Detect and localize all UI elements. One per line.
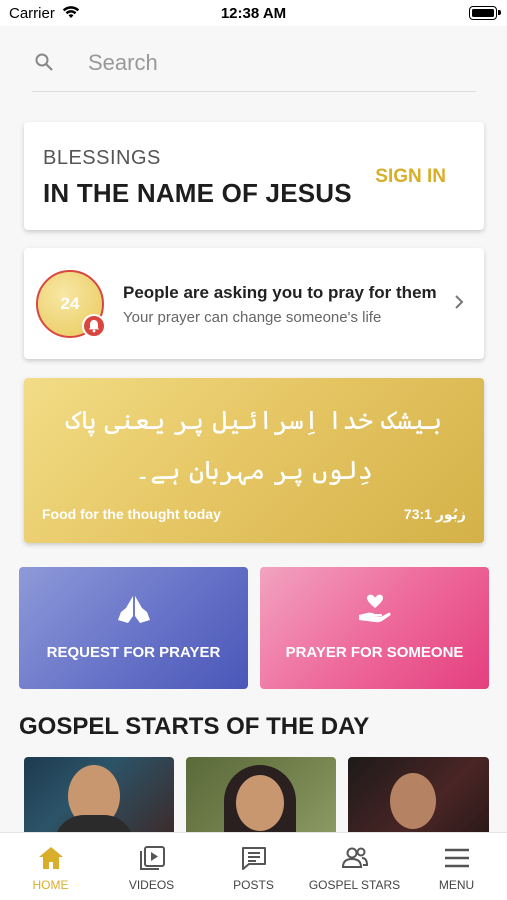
tab-home[interactable]: HOME [0,833,101,900]
blessings-heading: BLESSINGS [43,147,161,169]
chevron-right-icon [454,294,464,315]
bell-icon [82,314,106,338]
chat-bubble-icon [203,845,304,876]
person-photo [390,773,436,829]
search-icon [34,52,54,77]
gospel-star-thumbnail[interactable] [24,757,174,837]
request-for-prayer-button[interactable]: REQUEST FOR PRAYER [19,567,248,689]
prayer-for-someone-label: PRAYER FOR SOMEONE [285,644,464,661]
prayer-for-someone-button[interactable]: PRAYER FOR SOMEONE [260,567,489,689]
prayer-requests-title: People are asking you to pray for them [123,283,437,302]
tab-gospel-stars[interactable]: GOSPEL STARS [304,833,405,900]
tab-menu-label: MENU [438,878,475,892]
home-icon [0,845,101,876]
gospel-star-thumbnail[interactable] [348,757,489,837]
section-title: GOSPEL STARTS OF THE DAY [19,713,370,740]
heart-in-hand-icon [260,592,489,631]
search-input[interactable] [88,48,448,78]
video-library-icon [101,845,202,876]
verse-text: بیشک خدا اِسرائیل پر یعنی پاک دِلوں پر م… [65,406,443,486]
search-bar [32,38,476,92]
hamburger-menu-icon [406,845,507,876]
sign-in-button[interactable]: SIGN IN [375,166,446,188]
tab-posts[interactable]: POSTS [203,833,304,900]
verse-of-the-day-card[interactable]: بیشک خدا اِسرائیل پر یعنی پاک دِلوں پر م… [24,378,484,543]
tab-menu[interactable]: MENU [406,833,507,900]
verse-label: Food for the thought today [42,506,221,522]
verse-reference: زبُور 73:1 [403,506,466,522]
signin-card: BLESSINGS IN THE NAME OF JESUS SIGN IN [24,122,484,230]
battery-icon [469,6,501,20]
tab-gospel-stars-label: GOSPEL STARS [308,878,401,892]
request-count-badge: 24 [36,270,106,338]
prayer-requests-card[interactable]: 24 People are asking you to pray for the… [24,248,484,359]
prayer-requests-subtitle: Your prayer can change someone's life [123,309,382,326]
tab-videos[interactable]: VIDEOS [101,833,202,900]
request-for-prayer-label: REQUEST FOR PRAYER [46,644,221,661]
person-photo [236,775,284,831]
request-count: 24 [60,294,80,313]
jesus-subheading: IN THE NAME OF JESUS [43,178,352,208]
tab-posts-label: POSTS [233,878,274,892]
clock: 12:38 AM [220,5,287,22]
bottom-tab-bar: HOME VIDEOS POSTS GOSPEL STARS MENU [0,832,507,900]
people-icon [304,845,405,876]
tab-home-label: HOME [32,878,69,892]
praying-hands-icon [19,592,248,631]
tab-videos-label: VIDEOS [128,878,175,892]
gospel-star-thumbnail[interactable] [186,757,336,837]
status-bar: Carrier 12:38 AM [0,0,507,26]
